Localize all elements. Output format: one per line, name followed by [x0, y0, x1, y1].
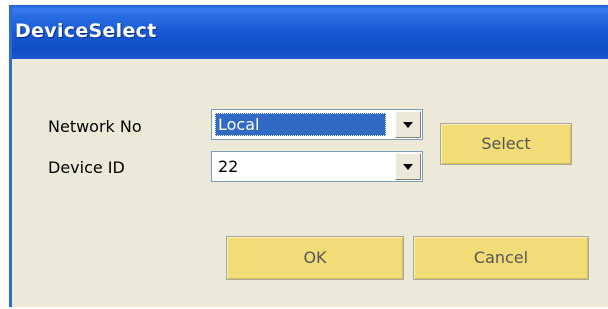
- chevron-down-icon[interactable]: [395, 111, 421, 138]
- cancel-button[interactable]: Cancel: [413, 236, 589, 280]
- device-id-label: Device ID: [48, 158, 125, 177]
- device-select-dialog: DeviceSelect Network No Local Device ID …: [9, 5, 608, 307]
- device-id-combobox[interactable]: 22: [211, 151, 423, 182]
- select-button[interactable]: Select: [440, 123, 572, 165]
- network-no-combobox[interactable]: Local: [211, 109, 423, 140]
- network-no-label: Network No: [48, 117, 142, 136]
- window-title: DeviceSelect: [15, 20, 157, 42]
- title-bar[interactable]: DeviceSelect: [12, 5, 608, 59]
- network-no-value: Local: [215, 113, 386, 136]
- device-id-value: 22: [218, 157, 239, 176]
- ok-button[interactable]: OK: [226, 236, 404, 280]
- chevron-down-icon[interactable]: [395, 153, 421, 180]
